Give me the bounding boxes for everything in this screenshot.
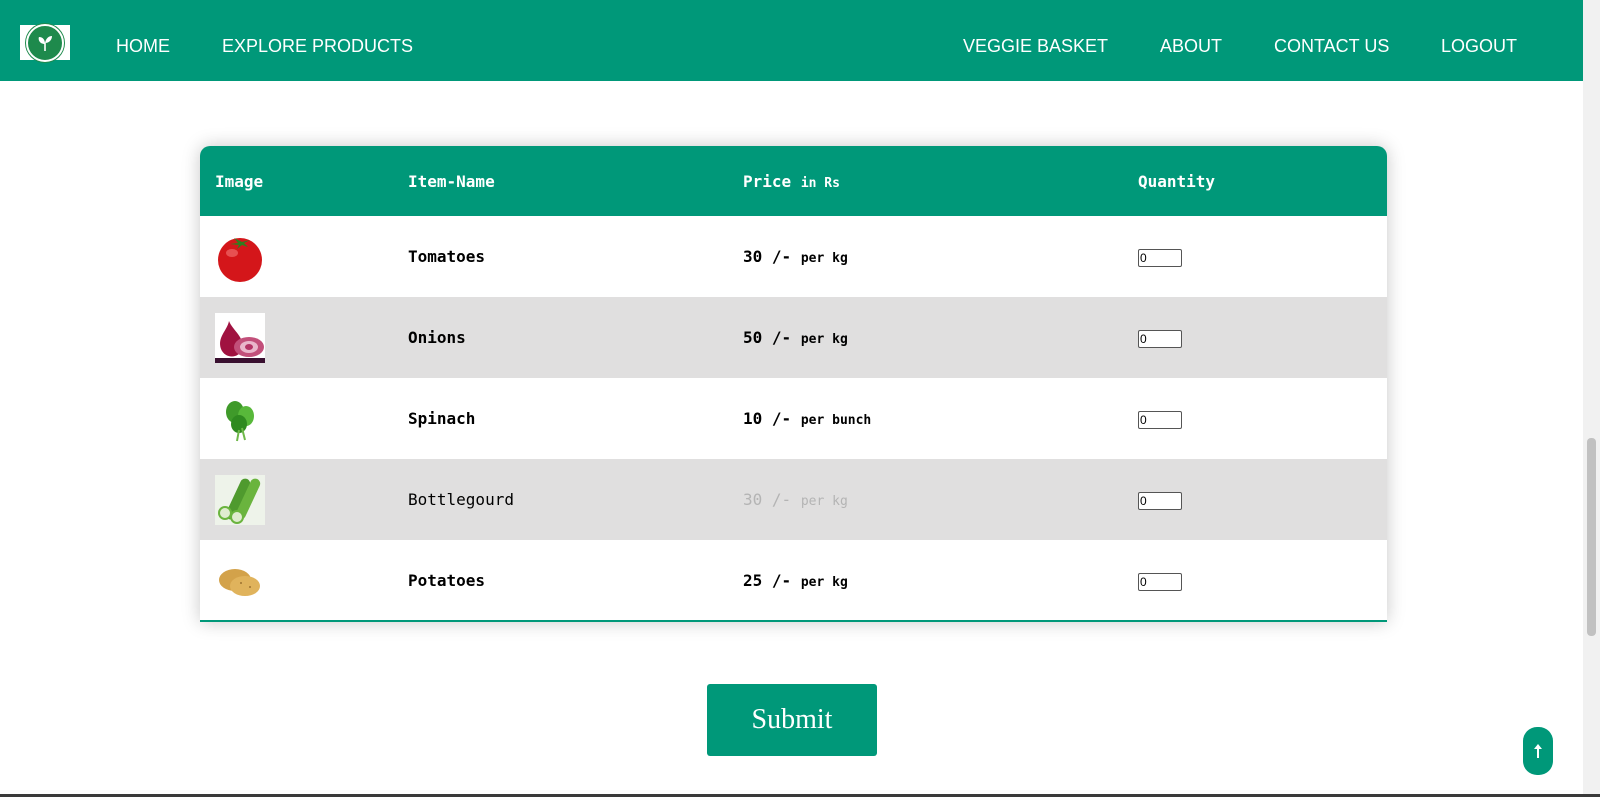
item-name: Onions bbox=[408, 328, 466, 347]
top-navbar: HOME EXPLORE PRODUCTS VEGGIE BASKET ABOU… bbox=[0, 0, 1583, 81]
nav-logout[interactable]: LOGOUT bbox=[1441, 36, 1517, 57]
item-name: Bottlegourd bbox=[408, 490, 514, 509]
item-name: Potatoes bbox=[408, 571, 486, 590]
bottlegourd-image bbox=[215, 474, 265, 525]
quantity-input[interactable] bbox=[1138, 572, 1182, 591]
quantity-input[interactable] bbox=[1138, 329, 1182, 348]
nav-explore-products[interactable]: EXPLORE PRODUCTS bbox=[222, 36, 413, 57]
table-header-row: Image Item-Name Price in Rs Quantity bbox=[200, 146, 1387, 216]
leaf-logo-icon bbox=[26, 23, 64, 62]
scrollbar-thumb[interactable] bbox=[1587, 438, 1596, 636]
header-image: Image bbox=[215, 171, 264, 191]
table-row: Onions 50 /- per kg bbox=[200, 297, 1387, 378]
potato-image bbox=[215, 555, 265, 606]
nav-contact-us[interactable]: CONTACT US bbox=[1274, 36, 1389, 57]
page-scrollbar[interactable] bbox=[1583, 0, 1600, 797]
product-table-container: Image Item-Name Price in Rs Quantity Tom… bbox=[200, 146, 1387, 622]
item-price: 50 /- per kg bbox=[743, 328, 848, 347]
item-price: 30 /- per kg bbox=[743, 490, 848, 509]
logo[interactable] bbox=[20, 23, 70, 62]
quantity-input[interactable] bbox=[1138, 410, 1182, 429]
table-row: Tomatoes 30 /- per kg bbox=[200, 216, 1387, 297]
tomato-image bbox=[215, 231, 265, 282]
quantity-input[interactable] bbox=[1138, 248, 1182, 267]
nav-about[interactable]: ABOUT bbox=[1160, 36, 1222, 57]
header-price-unit: in Rs bbox=[800, 175, 840, 191]
item-price: 25 /- per kg bbox=[743, 571, 848, 590]
submit-button[interactable]: Submit bbox=[707, 684, 877, 756]
scroll-to-top-button[interactable] bbox=[1523, 727, 1553, 775]
header-item-name: Item-Name bbox=[408, 171, 495, 191]
item-price: 10 /- per bunch bbox=[743, 409, 872, 428]
table-row: Spinach 10 /- per bunch bbox=[200, 378, 1387, 459]
arrow-up-icon bbox=[1534, 744, 1542, 758]
item-price: 30 /- per kg bbox=[743, 247, 848, 266]
spinach-image bbox=[215, 393, 265, 444]
header-price: Price in Rs bbox=[743, 171, 840, 191]
quantity-input[interactable] bbox=[1138, 491, 1182, 510]
item-name: Spinach bbox=[408, 409, 476, 428]
nav-veggie-basket[interactable]: VEGGIE BASKET bbox=[963, 36, 1108, 57]
item-name: Tomatoes bbox=[408, 247, 486, 266]
header-quantity: Quantity bbox=[1138, 171, 1216, 191]
table-row: Bottlegourd 30 /- per kg bbox=[200, 459, 1387, 540]
onion-image bbox=[215, 312, 265, 363]
nav-home[interactable]: HOME bbox=[116, 36, 170, 57]
product-table: Image Item-Name Price in Rs Quantity Tom… bbox=[200, 146, 1387, 620]
table-row: Potatoes 25 /- per kg bbox=[200, 540, 1387, 620]
